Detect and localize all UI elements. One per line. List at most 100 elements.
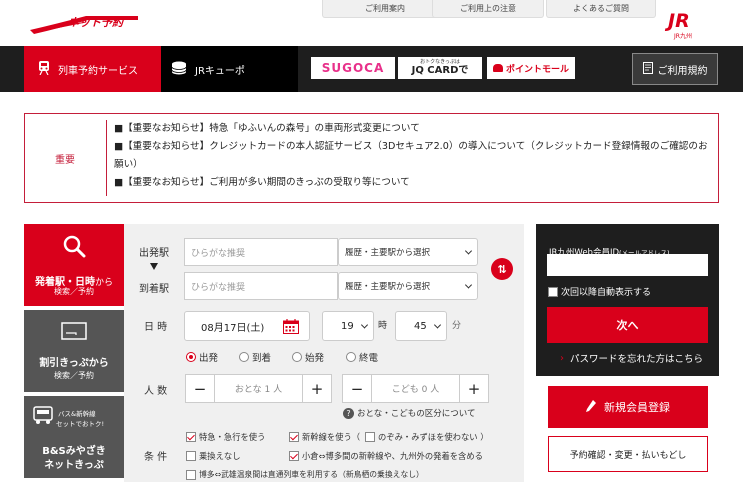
- jr-logo-sub: JR九州: [674, 33, 692, 40]
- checkbox: [365, 432, 375, 442]
- date-select[interactable]: 08月17日(土): [184, 311, 310, 341]
- question-icon: ?: [343, 407, 354, 419]
- notice-item[interactable]: ■【重要なお知らせ】ご利用が多い期間のきっぷの受取り等について: [114, 174, 714, 192]
- nav-rail-service[interactable]: 列車予約サービス: [24, 46, 161, 92]
- radio-arrival[interactable]: 到着: [239, 350, 271, 364]
- train-icon: [38, 60, 50, 78]
- radio-last-train[interactable]: 終電: [346, 350, 378, 364]
- checkbox: [186, 469, 196, 480]
- notice-item[interactable]: ■【重要なお知らせ】クレジットカードの本人認証サービス（3Dセキュア2.0）の導…: [114, 138, 714, 174]
- menu-discount-sub: 検索／予約: [54, 371, 94, 380]
- down-arrow-icon: [150, 263, 158, 270]
- nav-rail-label: 列車予約サービス: [58, 65, 138, 77]
- minute-select[interactable]: 45: [395, 311, 447, 341]
- radio-first-train[interactable]: 始発: [292, 350, 324, 364]
- child-plus-button[interactable]: +: [460, 375, 488, 402]
- menu-bs-miyazaki[interactable]: バス&新幹線 セットでおトク! B&Sみやざき ネットきっぷ: [24, 396, 124, 478]
- departure-label: 出発駅: [139, 248, 169, 259]
- search-icon: [62, 234, 86, 262]
- nav-jr-cue[interactable]: JRキューポ: [161, 46, 298, 92]
- bs-title-line1: B&Sみやざき: [42, 446, 106, 457]
- chevron-down-icon: [464, 281, 473, 289]
- point-mall-icon: [492, 64, 503, 72]
- checkbox: [289, 451, 299, 461]
- radio-dot: [346, 352, 356, 362]
- check-auto-display[interactable]: 次回以降自動表示する: [548, 285, 651, 298]
- departure-station-input[interactable]: ひらがな推奨: [184, 238, 338, 266]
- forgot-password-link[interactable]: › パスワードを忘れた方はこちら: [560, 351, 703, 366]
- check-limited-express[interactable]: 特急・急行を使う: [186, 431, 265, 443]
- child-minus-button[interactable]: −: [343, 375, 371, 402]
- hour-unit: 時: [378, 321, 388, 331]
- ticket-icon: [61, 322, 87, 344]
- chevron-down-icon: [360, 321, 369, 329]
- coins-icon: [171, 61, 187, 78]
- next-button[interactable]: 次へ: [547, 307, 708, 343]
- adult-count: おとな 1 人: [214, 375, 303, 402]
- swap-stations-button[interactable]: ⇅: [491, 258, 513, 280]
- check-kokura-hakata[interactable]: 小倉⇔博多間の新幹線や、九州外の発着を含める: [289, 450, 483, 462]
- jq-card-banner[interactable]: おトクなきっぷは JQ CARDで: [398, 57, 482, 79]
- swap-icon: ⇅: [497, 262, 507, 276]
- departure-history-select[interactable]: 履歴・主要駅から選択: [338, 238, 478, 266]
- radio-dot: [239, 352, 249, 362]
- checkbox: [186, 432, 196, 442]
- bus-train-icon: [32, 406, 54, 430]
- checkbox: [548, 286, 558, 297]
- point-mall-banner[interactable]: ポイントモール: [487, 57, 575, 79]
- check-shinkansen[interactable]: 新幹線を使う（: [289, 431, 360, 443]
- notice-divider: [106, 120, 107, 196]
- radio-dot: [186, 352, 196, 362]
- checkbox: [186, 451, 196, 461]
- menu-discount-ticket[interactable]: 割引きっぷから 検索／予約: [24, 310, 124, 392]
- bs-badge-line2: セットでおトク!: [56, 420, 105, 428]
- people-label: 人 数: [144, 386, 168, 397]
- child-stepper[interactable]: − こども 0 人 +: [342, 374, 489, 403]
- notice-list: ■【重要なお知らせ】特急「ゆふいんの森号」の車両形式変更について ■【重要なお知…: [114, 120, 714, 192]
- toplink-cautions[interactable]: ご利用上の注意: [432, 0, 544, 18]
- member-id-input[interactable]: [547, 254, 708, 276]
- menu-station-time-search[interactable]: 発着駅・日時から 検索／予約: [24, 224, 124, 306]
- arrival-label: 到着駅: [139, 284, 169, 295]
- notice-label: 重要: [55, 154, 75, 166]
- menu-discount-title: 割引きっぷから: [39, 358, 109, 369]
- chevron-right-icon: ›: [560, 352, 564, 364]
- conditions-label: 条 件: [144, 452, 168, 463]
- notice-item[interactable]: ■【重要なお知らせ】特急「ゆふいんの森号」の車両形式変更について: [114, 120, 714, 138]
- chevron-down-icon: [464, 247, 473, 255]
- bs-badge-line1: バス&新幹線: [58, 410, 96, 418]
- jq-card-big: JQ CARDで: [411, 65, 469, 76]
- jr-logo-mark: JR: [668, 10, 690, 32]
- chevron-down-icon: [433, 321, 442, 329]
- adult-plus-button[interactable]: +: [303, 375, 331, 402]
- adult-minus-button[interactable]: −: [186, 375, 214, 402]
- arrival-history-select[interactable]: 履歴・主要駅から選択: [338, 272, 478, 300]
- check-no-transfer[interactable]: 乗換えなし: [186, 450, 241, 462]
- terms-button[interactable]: ご利用規約: [632, 53, 718, 85]
- check-takeo-direct[interactable]: 博多⇔武雄温泉間は直通列車を利用する（新鳥栖の乗換えなし）: [186, 469, 424, 480]
- toplink-faq[interactable]: よくあるご質問: [546, 0, 656, 18]
- bs-title-line2: ネットきっぷ: [44, 460, 104, 471]
- document-icon: [642, 61, 653, 77]
- reservation-check-button[interactable]: 予約確認・変更・払いもどし: [548, 436, 708, 472]
- age-category-link[interactable]: ? おとな・こどもの区分について: [343, 407, 476, 419]
- calendar-icon: [283, 319, 299, 337]
- radio-departure[interactable]: 出発: [186, 350, 218, 364]
- register-button[interactable]: 新規会員登録: [548, 386, 708, 428]
- nav-jr-cue-label: JRキューポ: [195, 65, 245, 77]
- checkbox: [289, 432, 299, 442]
- check-no-nozomi[interactable]: のぞみ・みずほを使わない ）: [365, 431, 489, 443]
- arrival-station-input[interactable]: ひらがな推奨: [184, 272, 338, 300]
- sugoca-banner[interactable]: SUGOCA: [311, 57, 395, 79]
- hour-select[interactable]: 19: [322, 311, 374, 341]
- menu-station-time-sub: 検索／予約: [54, 287, 94, 296]
- net-yoyaku-logo[interactable]: ネット予約: [26, 10, 144, 36]
- child-count: こども 0 人: [371, 375, 460, 402]
- datetime-label: 日 時: [144, 322, 168, 333]
- minute-unit: 分: [452, 321, 462, 331]
- toplink-guide[interactable]: ご利用案内: [322, 0, 448, 18]
- pencil-icon: [586, 399, 596, 415]
- adult-stepper[interactable]: − おとな 1 人 +: [185, 374, 332, 403]
- logo-text: ネット予約: [68, 16, 123, 29]
- jr-kyushu-logo[interactable]: JR JR九州: [666, 10, 706, 40]
